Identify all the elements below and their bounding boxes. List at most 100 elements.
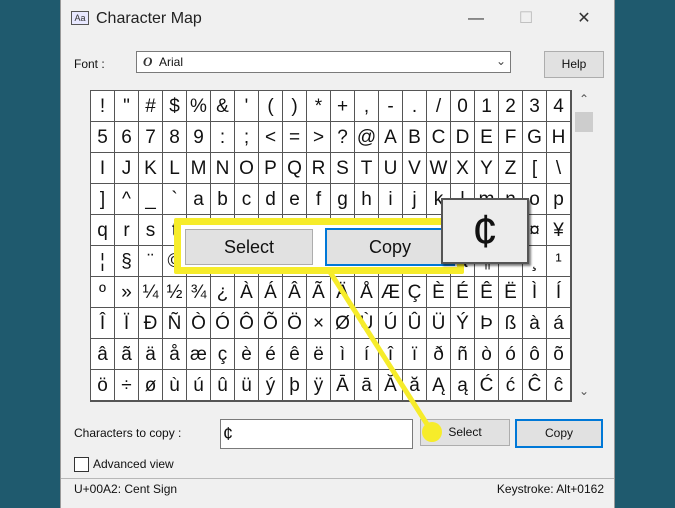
character-cell[interactable]: Ê xyxy=(475,277,499,308)
character-cell[interactable]: ã xyxy=(115,339,139,370)
character-cell[interactable]: ß xyxy=(499,308,523,339)
character-cell[interactable]: Õ xyxy=(259,308,283,339)
character-cell[interactable]: Í xyxy=(547,277,571,308)
character-cell[interactable]: ! xyxy=(91,91,115,122)
character-cell[interactable]: Z xyxy=(499,153,523,184)
character-cell[interactable]: Ú xyxy=(379,308,403,339)
character-cell[interactable]: É xyxy=(451,277,475,308)
character-cell[interactable]: G xyxy=(523,122,547,153)
character-cell[interactable]: Ã xyxy=(307,277,331,308)
character-cell[interactable]: Ó xyxy=(211,308,235,339)
character-cell[interactable]: E xyxy=(475,122,499,153)
character-cell[interactable]: L xyxy=(163,153,187,184)
character-cell[interactable]: ë xyxy=(307,339,331,370)
character-cell[interactable]: ¦ xyxy=(91,246,115,277)
character-cell[interactable]: B xyxy=(403,122,427,153)
character-cell[interactable]: ö xyxy=(91,370,115,401)
character-cell[interactable]: ; xyxy=(235,122,259,153)
character-cell[interactable]: Ñ xyxy=(163,308,187,339)
character-cell[interactable]: ú xyxy=(187,370,211,401)
character-cell[interactable]: ą xyxy=(451,370,475,401)
character-cell[interactable]: f xyxy=(307,184,331,215)
character-cell[interactable]: b xyxy=(211,184,235,215)
character-cell[interactable]: Ë xyxy=(499,277,523,308)
character-cell[interactable]: $ xyxy=(163,91,187,122)
character-cell[interactable]: < xyxy=(259,122,283,153)
character-cell[interactable]: J xyxy=(115,153,139,184)
character-cell[interactable]: p xyxy=(547,184,571,215)
character-cell[interactable]: / xyxy=(427,91,451,122)
character-cell[interactable]: # xyxy=(139,91,163,122)
character-cell[interactable]: _ xyxy=(139,184,163,215)
character-cell[interactable]: ï xyxy=(403,339,427,370)
character-cell[interactable]: R xyxy=(307,153,331,184)
character-cell[interactable]: 9 xyxy=(187,122,211,153)
character-cell[interactable]: ¿ xyxy=(211,277,235,308)
character-cell[interactable]: ø xyxy=(139,370,163,401)
character-cell[interactable]: á xyxy=(547,308,571,339)
character-cell[interactable]: ) xyxy=(283,91,307,122)
character-cell[interactable]: ' xyxy=(235,91,259,122)
character-cell[interactable]: þ xyxy=(283,370,307,401)
character-cell[interactable]: - xyxy=(379,91,403,122)
character-cell[interactable]: Ï xyxy=(115,308,139,339)
character-cell[interactable]: × xyxy=(307,308,331,339)
character-cell[interactable]: a xyxy=(187,184,211,215)
character-cell[interactable]: e xyxy=(283,184,307,215)
character-cell[interactable]: P xyxy=(259,153,283,184)
character-cell[interactable]: Ĉ xyxy=(523,370,547,401)
character-cell[interactable]: S xyxy=(331,153,355,184)
character-cell[interactable]: º xyxy=(91,277,115,308)
character-cell[interactable]: = xyxy=(283,122,307,153)
callout-copy-button[interactable]: Copy xyxy=(325,228,455,266)
character-cell[interactable]: æ xyxy=(187,339,211,370)
character-cell[interactable]: é xyxy=(259,339,283,370)
character-cell[interactable]: d xyxy=(259,184,283,215)
scroll-up-icon[interactable]: ⌃ xyxy=(572,90,596,108)
character-cell[interactable]: â xyxy=(91,339,115,370)
character-cell[interactable]: g xyxy=(331,184,355,215)
character-cell[interactable]: Ć xyxy=(475,370,499,401)
callout-select-button[interactable]: Select xyxy=(185,229,313,265)
character-cell[interactable]: Þ xyxy=(475,308,499,339)
character-cell[interactable]: Ù xyxy=(355,308,379,339)
character-cell[interactable]: 0 xyxy=(451,91,475,122)
character-cell[interactable]: . xyxy=(403,91,427,122)
character-cell[interactable]: 6 xyxy=(115,122,139,153)
character-cell[interactable]: r xyxy=(115,215,139,246)
character-cell[interactable]: Ô xyxy=(235,308,259,339)
character-cell[interactable]: Ç xyxy=(403,277,427,308)
character-cell[interactable]: q xyxy=(91,215,115,246)
character-cell[interactable]: I xyxy=(91,153,115,184)
character-cell[interactable]: Ì xyxy=(523,277,547,308)
character-cell[interactable]: \ xyxy=(547,153,571,184)
character-cell[interactable]: Ý xyxy=(451,308,475,339)
character-cell[interactable]: » xyxy=(115,277,139,308)
character-cell[interactable]: Ø xyxy=(331,308,355,339)
character-cell[interactable]: § xyxy=(115,246,139,277)
character-cell[interactable]: T xyxy=(355,153,379,184)
character-cell[interactable]: ½ xyxy=(163,277,187,308)
character-cell[interactable]: , xyxy=(355,91,379,122)
character-cell[interactable]: ā xyxy=(355,370,379,401)
character-cell[interactable]: 8 xyxy=(163,122,187,153)
character-cell[interactable]: Ā xyxy=(331,370,355,401)
character-cell[interactable]: 5 xyxy=(91,122,115,153)
character-cell[interactable]: ò xyxy=(475,339,499,370)
character-cell[interactable]: Ä xyxy=(331,277,355,308)
character-cell[interactable]: ¨ xyxy=(139,246,163,277)
character-cell[interactable]: Ą xyxy=(427,370,451,401)
character-cell[interactable]: + xyxy=(331,91,355,122)
character-cell[interactable]: X xyxy=(451,153,475,184)
character-cell[interactable]: O xyxy=(235,153,259,184)
character-cell[interactable]: & xyxy=(211,91,235,122)
character-cell[interactable]: Ð xyxy=(139,308,163,339)
character-cell[interactable]: Ă xyxy=(379,370,403,401)
character-cell[interactable]: ð xyxy=(427,339,451,370)
character-cell[interactable]: F xyxy=(499,122,523,153)
character-cell[interactable]: ÿ xyxy=(307,370,331,401)
character-cell[interactable]: û xyxy=(211,370,235,401)
character-cell[interactable]: ] xyxy=(91,184,115,215)
character-cell[interactable]: h xyxy=(355,184,379,215)
character-cell[interactable]: D xyxy=(451,122,475,153)
